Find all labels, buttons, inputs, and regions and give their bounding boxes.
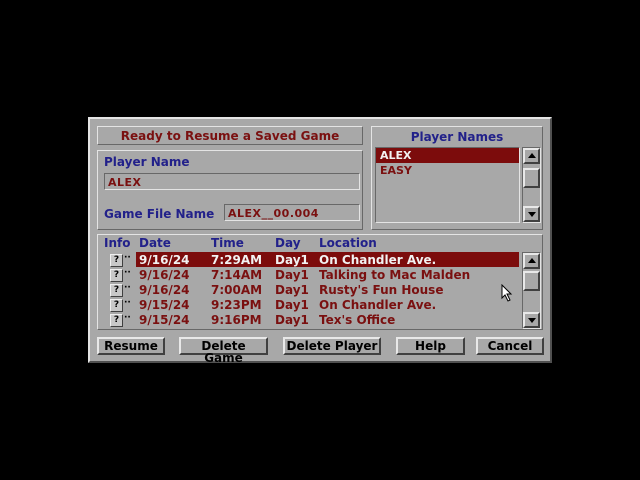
saves-scroll-down-button[interactable]	[523, 312, 540, 328]
player-names-list[interactable]: ALEX EASY	[375, 147, 520, 223]
column-header-info: Info	[104, 236, 131, 250]
dialog-title: Ready to Resume a Saved Game	[120, 129, 340, 143]
row-location: Tex's Office	[319, 313, 396, 327]
row-day: Day1	[275, 313, 309, 327]
row-day: Day1	[275, 268, 309, 282]
info-dots: ··	[124, 298, 131, 308]
table-row[interactable]: 9/15/24 9:23PM Day1 On Chandler Ave.	[136, 297, 519, 312]
player-scroll-up-button[interactable]	[523, 148, 540, 164]
row-date: 9/15/24	[139, 313, 190, 327]
delete-player-button[interactable]: Delete Player	[283, 337, 381, 355]
player-scroll-down-button[interactable]	[523, 206, 540, 222]
table-row[interactable]: 9/16/24 7:29AM Day1 On Chandler Ave.	[136, 252, 519, 267]
game-file-field[interactable]: ALEX__00.004	[224, 204, 360, 221]
saved-games-scrollbar[interactable]	[522, 252, 541, 329]
info-dots: ··	[124, 268, 131, 278]
player-scroll-thumb[interactable]	[523, 168, 540, 188]
saves-scroll-up-button[interactable]	[523, 253, 540, 269]
info-dots: ··	[124, 253, 131, 263]
table-row[interactable]: 9/16/24 7:00AM Day1 Rusty's Fun House	[136, 282, 519, 297]
column-header-date: Date	[139, 236, 171, 250]
saves-scroll-thumb[interactable]	[523, 271, 540, 291]
row-date: 9/15/24	[139, 298, 190, 312]
row-date: 9/16/24	[139, 268, 190, 282]
cancel-button[interactable]: Cancel	[476, 337, 544, 355]
row-day: Day1	[275, 253, 309, 267]
player-list-item-easy[interactable]: EASY	[376, 163, 519, 178]
row-time: 7:14AM	[211, 268, 263, 282]
arrow-down-icon	[528, 212, 536, 217]
player-names-panel: Player Names ALEX EASY	[371, 126, 543, 230]
row-location: On Chandler Ave.	[319, 253, 437, 267]
game-file-value: ALEX__00.004	[228, 207, 319, 220]
row-time: 9:16PM	[211, 313, 262, 327]
table-row[interactable]: 9/16/24 7:14AM Day1 Talking to Mac Malde…	[136, 267, 519, 282]
arrow-up-icon	[528, 258, 536, 263]
info-dots: ··	[124, 283, 131, 293]
player-list-item-alex[interactable]: ALEX	[376, 148, 519, 163]
player-name-label: Player Name	[104, 155, 190, 169]
row-location: On Chandler Ave.	[319, 298, 437, 312]
resume-button[interactable]: Resume	[97, 337, 165, 355]
player-name-value: ALEX	[108, 176, 142, 189]
player-names-header: Player Names	[410, 130, 504, 144]
info-button[interactable]: ?	[110, 284, 123, 297]
player-name-field[interactable]: ALEX	[104, 173, 360, 190]
mouse-cursor-icon	[501, 284, 513, 302]
info-button[interactable]: ?	[110, 299, 123, 312]
saved-games-list[interactable]: 9/16/24 7:29AM Day1 On Chandler Ave. 9/1…	[136, 252, 519, 328]
row-date: 9/16/24	[139, 283, 190, 297]
row-location: Rusty's Fun House	[319, 283, 444, 297]
info-button[interactable]: ?	[110, 269, 123, 282]
player-list-item-label: ALEX	[380, 149, 412, 162]
row-time: 9:23PM	[211, 298, 262, 312]
player-names-scrollbar[interactable]	[522, 147, 541, 223]
info-button[interactable]: ?	[110, 254, 123, 267]
row-day: Day1	[275, 298, 309, 312]
column-header-location: Location	[319, 236, 377, 250]
table-row[interactable]: 9/15/24 9:16PM Day1 Tex's Office	[136, 312, 519, 327]
player-list-item-label: EASY	[380, 164, 412, 177]
dialog-title-panel: Ready to Resume a Saved Game	[97, 126, 363, 145]
row-day: Day1	[275, 283, 309, 297]
arrow-down-icon	[528, 318, 536, 323]
row-location: Talking to Mac Malden	[319, 268, 471, 282]
resume-game-dialog: Ready to Resume a Saved Game Player Name…	[88, 117, 552, 364]
saved-games-panel: Info Date Time Day Location ? ·· ? ·· ? …	[97, 234, 543, 330]
info-dots: ··	[124, 313, 131, 323]
column-header-day: Day	[275, 236, 301, 250]
row-date: 9/16/24	[139, 253, 190, 267]
game-file-label: Game File Name	[104, 207, 215, 221]
column-header-time: Time	[211, 236, 244, 250]
arrow-up-icon	[528, 153, 536, 158]
row-time: 7:29AM	[211, 253, 263, 267]
info-button[interactable]: ?	[110, 314, 123, 327]
delete-game-button[interactable]: Delete Game	[179, 337, 268, 364]
player-info-panel: Player Name ALEX Game File Name ALEX__00…	[97, 150, 363, 230]
row-time: 7:00AM	[211, 283, 263, 297]
help-button[interactable]: Help	[396, 337, 465, 355]
